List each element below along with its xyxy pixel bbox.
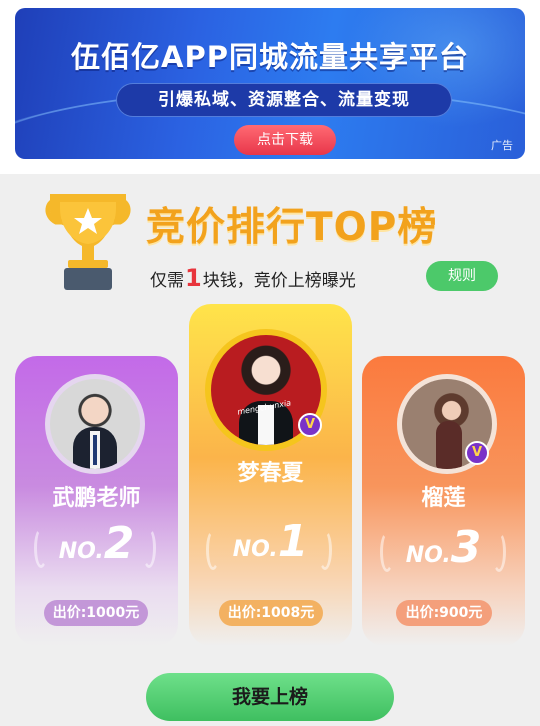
leader-name: 武鹏老师 bbox=[52, 486, 141, 511]
rank-number: 1 bbox=[277, 516, 309, 567]
rank-label: NO.3 bbox=[362, 522, 525, 573]
ranking-subtitle: 仅需1块钱，竞价上榜曝光 bbox=[150, 264, 356, 292]
ad-title: 伍佰亿APP同城流量共享平台 bbox=[71, 40, 469, 74]
subtitle-suffix: 块钱，竞价上榜曝光 bbox=[202, 271, 356, 291]
subtitle-prefix: 仅需 bbox=[150, 271, 184, 291]
leader-name: 榴莲 bbox=[421, 486, 466, 511]
rank-prefix: NO. bbox=[232, 537, 278, 562]
join-ranking-button[interactable]: 我要上榜 bbox=[146, 673, 394, 721]
ad-subtitle: 引爆私域、资源整合、流量变现 bbox=[116, 83, 452, 117]
rank-number: 3 bbox=[450, 522, 482, 573]
bid-badge: 出价:900元 bbox=[396, 600, 492, 626]
ranking-title: 竞价排行TOP榜 bbox=[146, 205, 438, 250]
subtitle-amount: 1 bbox=[185, 264, 202, 292]
trophy-icon bbox=[45, 194, 131, 290]
vip-badge-icon: V bbox=[465, 441, 489, 465]
rank-prefix: NO. bbox=[405, 543, 451, 568]
bid-badge: 出价:1000元 bbox=[44, 600, 148, 626]
ad-section: 伍佰亿APP同城流量共享平台 引爆私域、资源整合、流量变现 点击下载 广告 bbox=[0, 0, 540, 174]
download-button[interactable]: 点击下载 bbox=[234, 125, 336, 155]
avatar[interactable] bbox=[50, 379, 140, 469]
vip-badge-icon: V bbox=[298, 413, 322, 437]
rank-label: NO.2 bbox=[15, 518, 178, 569]
leader-name: 梦春夏 bbox=[237, 461, 304, 486]
rank-number: 2 bbox=[103, 518, 135, 569]
rank-label: NO.1 bbox=[189, 516, 352, 567]
avatar-dress bbox=[436, 421, 462, 469]
avatar-tie bbox=[93, 435, 97, 465]
ad-label: 广告 bbox=[491, 139, 513, 152]
bid-badge: 出价:1008元 bbox=[219, 600, 323, 626]
ad-banner[interactable]: 伍佰亿APP同城流量共享平台 引爆私域、资源整合、流量变现 点击下载 广告 bbox=[15, 8, 525, 159]
rules-button[interactable]: 规则 bbox=[426, 261, 498, 291]
rank-prefix: NO. bbox=[58, 539, 104, 564]
